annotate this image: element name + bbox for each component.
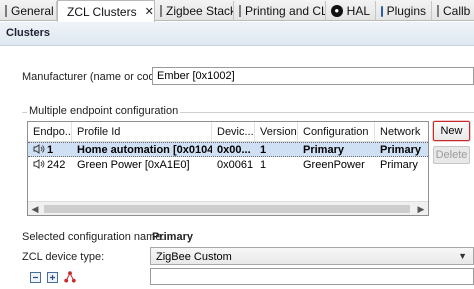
cluster-tree-icon[interactable] — [64, 271, 76, 283]
column-header-endpoint[interactable]: Endpo... — [28, 122, 72, 142]
endpoint-table: Endpo... Profile Id Devic... Version Con… — [27, 121, 429, 216]
column-header-device[interactable]: Devic... — [212, 122, 255, 142]
scrollbar-thumb[interactable] — [44, 205, 410, 213]
device-cell: 0x0061 — [217, 159, 254, 171]
tab-hal[interactable]: ● HAL — [326, 1, 376, 21]
tab-zigbee-stack[interactable]: Zigbee Stack — [155, 1, 234, 21]
network-cell: Primary — [380, 159, 418, 171]
chevron-down-icon: ▼ — [458, 251, 467, 261]
endpoint-cell: 1 — [47, 144, 54, 156]
tab-printing-cli[interactable]: Printing and CLI — [234, 1, 326, 21]
document-icon — [437, 5, 439, 17]
editor-tab-strip: General ZCL Clusters ✕ Zigbee Stack Prin… — [0, 0, 474, 22]
selected-config-value: Primary — [152, 231, 193, 243]
endpoint-speaker-icon — [33, 144, 45, 154]
tab-general[interactable]: General — [0, 1, 57, 21]
column-header-version[interactable]: Version — [255, 122, 298, 142]
manufacturer-label: Manufacturer (name or code): — [22, 71, 168, 83]
group-title: Multiple endpoint configuration — [27, 105, 181, 117]
device-type-detail-input[interactable] — [150, 268, 474, 285]
device-type-label: ZCL device type: — [22, 251, 105, 263]
section-header: Clusters — [0, 22, 474, 46]
profile-cell: Home automation [0x0104] — [77, 144, 212, 156]
puzzle-icon — [381, 5, 383, 17]
tab-zcl-clusters[interactable]: ZCL Clusters ✕ — [57, 0, 155, 22]
column-header-network[interactable]: Network — [375, 122, 428, 142]
device-type-select[interactable]: ZigBee Custom ▼ — [150, 247, 474, 265]
table-header: Endpo... Profile Id Devic... Version Con… — [28, 122, 428, 142]
horizontal-scrollbar[interactable]: ◀ ▶ — [28, 201, 428, 215]
network-cell: Primary — [380, 144, 421, 156]
expand-all-icon[interactable] — [47, 272, 58, 283]
table-row[interactable]: 1 Home automation [0x0104] 0x00... 1 Pri… — [28, 142, 428, 157]
version-cell: 1 — [260, 144, 267, 156]
table-row[interactable]: 242 Green Power [0xA1E0] 0x0061 1 GreenP… — [28, 158, 428, 173]
column-header-configuration[interactable]: Configuration — [298, 122, 375, 142]
column-header-profile-id[interactable]: Profile Id — [72, 122, 212, 142]
configuration-cell: GreenPower — [303, 159, 365, 171]
close-tab-icon[interactable]: ✕ — [145, 5, 154, 18]
document-icon — [239, 5, 241, 17]
new-endpoint-button[interactable]: New — [433, 121, 470, 141]
document-icon — [5, 5, 7, 17]
collapse-all-icon[interactable] — [30, 272, 41, 283]
selected-config-label: Selected configuration name: — [22, 231, 165, 243]
tab-plugins[interactable]: Plugins — [376, 1, 432, 21]
manufacturer-input[interactable]: Ember [0x1002] — [152, 67, 474, 85]
profile-cell: Green Power [0xA1E0] — [77, 159, 190, 171]
configuration-cell: Primary — [303, 144, 344, 156]
section-title: Clusters — [6, 27, 51, 39]
endpoint-speaker-icon — [33, 159, 45, 169]
scroll-left-icon[interactable]: ◀ — [28, 202, 42, 215]
endpoint-cell: 242 — [47, 159, 66, 171]
delete-endpoint-button[interactable]: Delete — [433, 146, 470, 164]
version-cell: 1 — [260, 159, 267, 171]
document-icon — [160, 5, 162, 17]
device-cell: 0x00... — [217, 144, 251, 156]
tab-callbacks[interactable]: Callb — [432, 1, 474, 21]
hal-icon: ● — [331, 5, 343, 17]
scroll-right-icon[interactable]: ▶ — [414, 202, 428, 215]
